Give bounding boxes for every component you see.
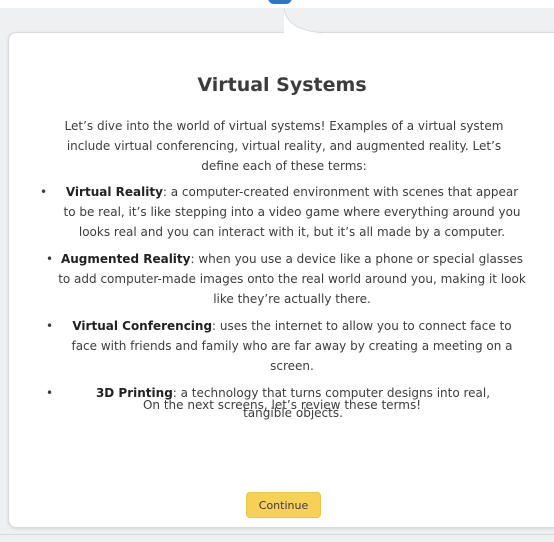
lesson-title: Virtual Systems [197, 74, 367, 96]
bullet-icon: • [40, 185, 48, 199]
lesson-screen: Virtual Systems Let’s dive into the worl… [0, 0, 554, 542]
term-name: Virtual Reality [65, 185, 163, 199]
continue-button[interactable]: Continue [246, 492, 321, 518]
term-item-augmented-reality: • Augmented Reality: when you use a devi… [44, 249, 526, 309]
term-name: Augmented Reality [60, 252, 191, 266]
bullet-icon: • [46, 319, 54, 333]
terms-list: • Virtual Reality: a computer-created en… [40, 182, 526, 430]
term-item-virtual-conferencing: • Virtual Conferencing: uses the interne… [44, 316, 526, 376]
term-item-virtual-reality: • Virtual Reality: a computer-created en… [40, 182, 526, 242]
speech-bubble-tail [283, 8, 322, 42]
intro-paragraph: Let’s dive into the world of virtual sys… [64, 119, 504, 173]
term-name: Virtual Conferencing [72, 319, 213, 333]
outro-paragraph: On the next screens, let’s review these … [142, 398, 422, 412]
bullet-icon: • [46, 252, 54, 266]
previous-screen-edge [268, 0, 292, 4]
bottom-divider [0, 534, 554, 535]
